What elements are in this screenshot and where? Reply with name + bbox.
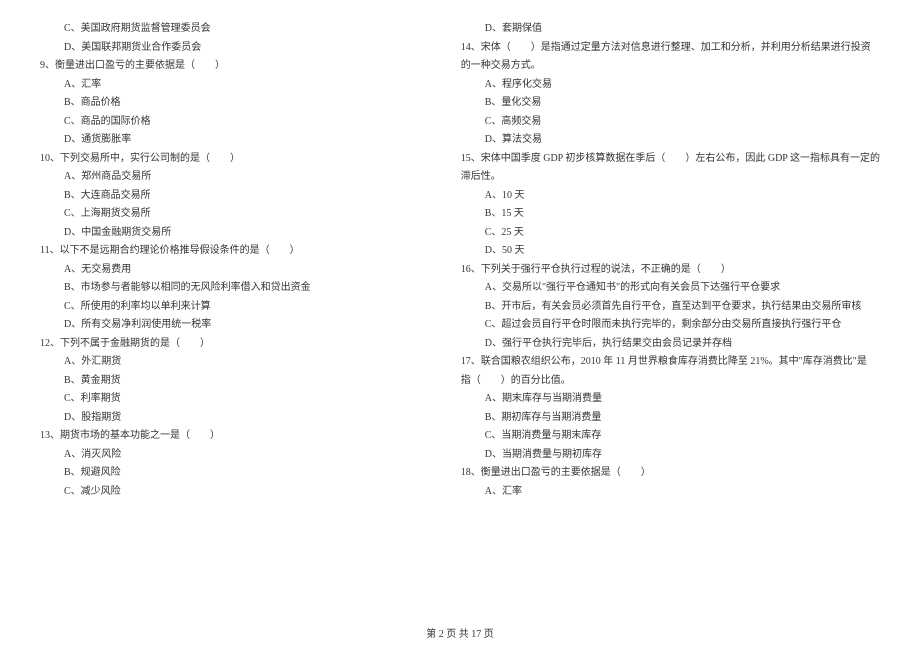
q17-option-a: A、期末库存与当期消费量	[461, 390, 880, 409]
q10: 10、下列交易所中，实行公司制的是（ ）	[40, 150, 431, 169]
q11-option-a: A、无交易费用	[40, 261, 431, 280]
q11: 11、以下不是远期合约理论价格推导假设条件的是（ ）	[40, 242, 431, 261]
q12-option-b: B、黄金期货	[40, 372, 431, 391]
q17-cont: 指（ ）的百分比值。	[461, 372, 880, 391]
q10-option-d: D、中国金融期货交易所	[40, 224, 431, 243]
q16-option-b: B、开市后，有关会员必须首先自行平仓，直至达到平仓要求，执行结果由交易所审核	[461, 298, 880, 317]
q13-option-b: B、规避风险	[40, 464, 431, 483]
q16-option-c: C、超过会员自行平仓时限而未执行完毕的，剩余部分由交易所直接执行强行平仓	[461, 316, 880, 335]
right-column: D、套期保值 14、宋体（ ）是指通过定量方法对信息进行整理、加工和分析，并利用…	[461, 20, 880, 501]
q11-option-d: D、所有交易净利润使用统一税率	[40, 316, 431, 335]
q15: 15、宋体中国季度 GDP 初步核算数据在季后（ ）左右公布，因此 GDP 这一…	[461, 150, 880, 169]
q11-option-b: B、市场参与者能够以相同的无风险利率借入和贷出资金	[40, 279, 431, 298]
q17-option-c: C、当期消费量与期末库存	[461, 427, 880, 446]
q14-option-d: D、算法交易	[461, 131, 880, 150]
q11-option-c: C、所使用的利率均以单利来计算	[40, 298, 431, 317]
document-columns: C、美国政府期货监督管理委员会 D、美国联邦期货业合作委员会 9、衡量进出口盈亏…	[40, 20, 880, 501]
q15-option-a: A、10 天	[461, 187, 880, 206]
q16: 16、下列关于强行平仓执行过程的说法，不正确的是（ ）	[461, 261, 880, 280]
q17-option-b: B、期初库存与当期消费量	[461, 409, 880, 428]
q12-option-d: D、股指期货	[40, 409, 431, 428]
q9-option-b: B、商品价格	[40, 94, 431, 113]
q9: 9、衡量进出口盈亏的主要依据是（ ）	[40, 57, 431, 76]
q9-option-a: A、汇率	[40, 76, 431, 95]
left-column: C、美国政府期货监督管理委员会 D、美国联邦期货业合作委员会 9、衡量进出口盈亏…	[40, 20, 431, 501]
page-footer: 第 2 页 共 17 页	[0, 625, 920, 640]
q13-option-a: A、消灭风险	[40, 446, 431, 465]
q8-option-c: C、美国政府期货监督管理委员会	[40, 20, 431, 39]
q17: 17、联合国粮农组织公布，2010 年 11 月世界粮食库存消费比降至 21%。…	[461, 353, 880, 372]
q18-option-a: A、汇率	[461, 483, 880, 502]
q12-option-a: A、外汇期货	[40, 353, 431, 372]
q10-option-c: C、上海期货交易所	[40, 205, 431, 224]
q15-option-d: D、50 天	[461, 242, 880, 261]
q16-option-a: A、交易所以"强行平仓通知书"的形式向有关会员下达强行平仓要求	[461, 279, 880, 298]
q14: 14、宋体（ ）是指通过定量方法对信息进行整理、加工和分析，并利用分析结果进行投…	[461, 39, 880, 58]
q13-option-c: C、减少风险	[40, 483, 431, 502]
q14-option-c: C、高频交易	[461, 113, 880, 132]
q9-option-d: D、通货膨胀率	[40, 131, 431, 150]
q8-option-d: D、美国联邦期货业合作委员会	[40, 39, 431, 58]
q18: 18、衡量进出口盈亏的主要依据是（ ）	[461, 464, 880, 483]
q10-option-b: B、大连商品交易所	[40, 187, 431, 206]
q13: 13、期货市场的基本功能之一是（ ）	[40, 427, 431, 446]
q15-cont: 滞后性。	[461, 168, 880, 187]
q9-option-c: C、商品的国际价格	[40, 113, 431, 132]
q10-option-a: A、郑州商品交易所	[40, 168, 431, 187]
q12-option-c: C、利率期货	[40, 390, 431, 409]
q14-option-a: A、程序化交易	[461, 76, 880, 95]
q16-option-d: D、强行平仓执行完毕后，执行结果交由会员记录并存档	[461, 335, 880, 354]
q12: 12、下列不属于金融期货的是（ ）	[40, 335, 431, 354]
q14-cont: 的一种交易方式。	[461, 57, 880, 76]
q15-option-b: B、15 天	[461, 205, 880, 224]
q15-option-c: C、25 天	[461, 224, 880, 243]
q14-option-b: B、量化交易	[461, 94, 880, 113]
q13-option-d: D、套期保值	[461, 20, 880, 39]
q17-option-d: D、当期消费量与期初库存	[461, 446, 880, 465]
